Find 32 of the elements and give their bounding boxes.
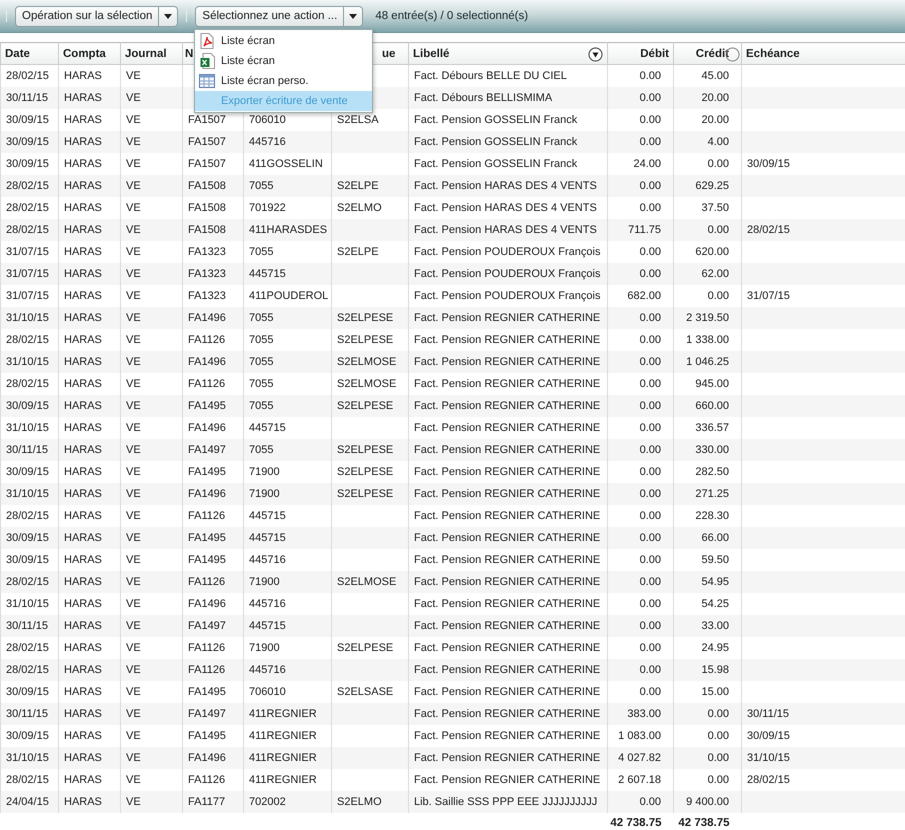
selection-count: 48 entrée(s) / 0 selectionné(s): [375, 10, 528, 22]
table-cell: FA1177: [182, 791, 244, 813]
pdf-file-icon: [200, 33, 214, 49]
operation-dropdown-button[interactable]: Opération sur la sélection: [15, 6, 160, 26]
menu-item[interactable]: Liste écran: [195, 31, 372, 51]
column-header[interactable]: Débit: [608, 42, 674, 64]
action-dropdown-button[interactable]: Sélectionnez une action ...: [195, 6, 344, 26]
caret-icon: [349, 14, 358, 18]
table-cell: 9 400.00: [674, 791, 742, 813]
total-credit: 42 738.75: [674, 813, 742, 830]
menu-item[interactable]: Liste écran: [195, 51, 372, 71]
total-debit: 42 738.75: [608, 813, 674, 830]
filter-icon[interactable]: [588, 47, 603, 62]
column-header[interactable]: Date: [0, 42, 58, 64]
dropdown-toggle[interactable]: [344, 6, 364, 26]
table-cell: S2ELMO: [332, 791, 408, 813]
column-header[interactable]: Echéance: [742, 42, 905, 64]
table-cell: 0.00: [608, 791, 674, 813]
dropdown-toggle[interactable]: [159, 6, 178, 26]
menu-item[interactable]: Liste écran perso.: [195, 71, 372, 91]
column-header[interactable]: Compta: [58, 42, 120, 64]
column-header[interactable]: Crédit: [674, 42, 742, 64]
column-header[interactable]: Journal: [120, 42, 182, 64]
table-cell: Lib. Saillie SSS PPP EEE JJJJJJJJJJ: [408, 791, 608, 813]
table-cell: 702002: [244, 791, 332, 813]
column-header[interactable]: Libellé: [408, 42, 608, 64]
spreadsheet-file-icon: [200, 53, 214, 69]
table-icon: [199, 74, 215, 88]
table-cell: VE: [120, 791, 182, 813]
caret-icon: [164, 14, 172, 18]
table-cell: 24/04/15: [0, 791, 58, 813]
table-cell: HARAS: [58, 791, 120, 813]
